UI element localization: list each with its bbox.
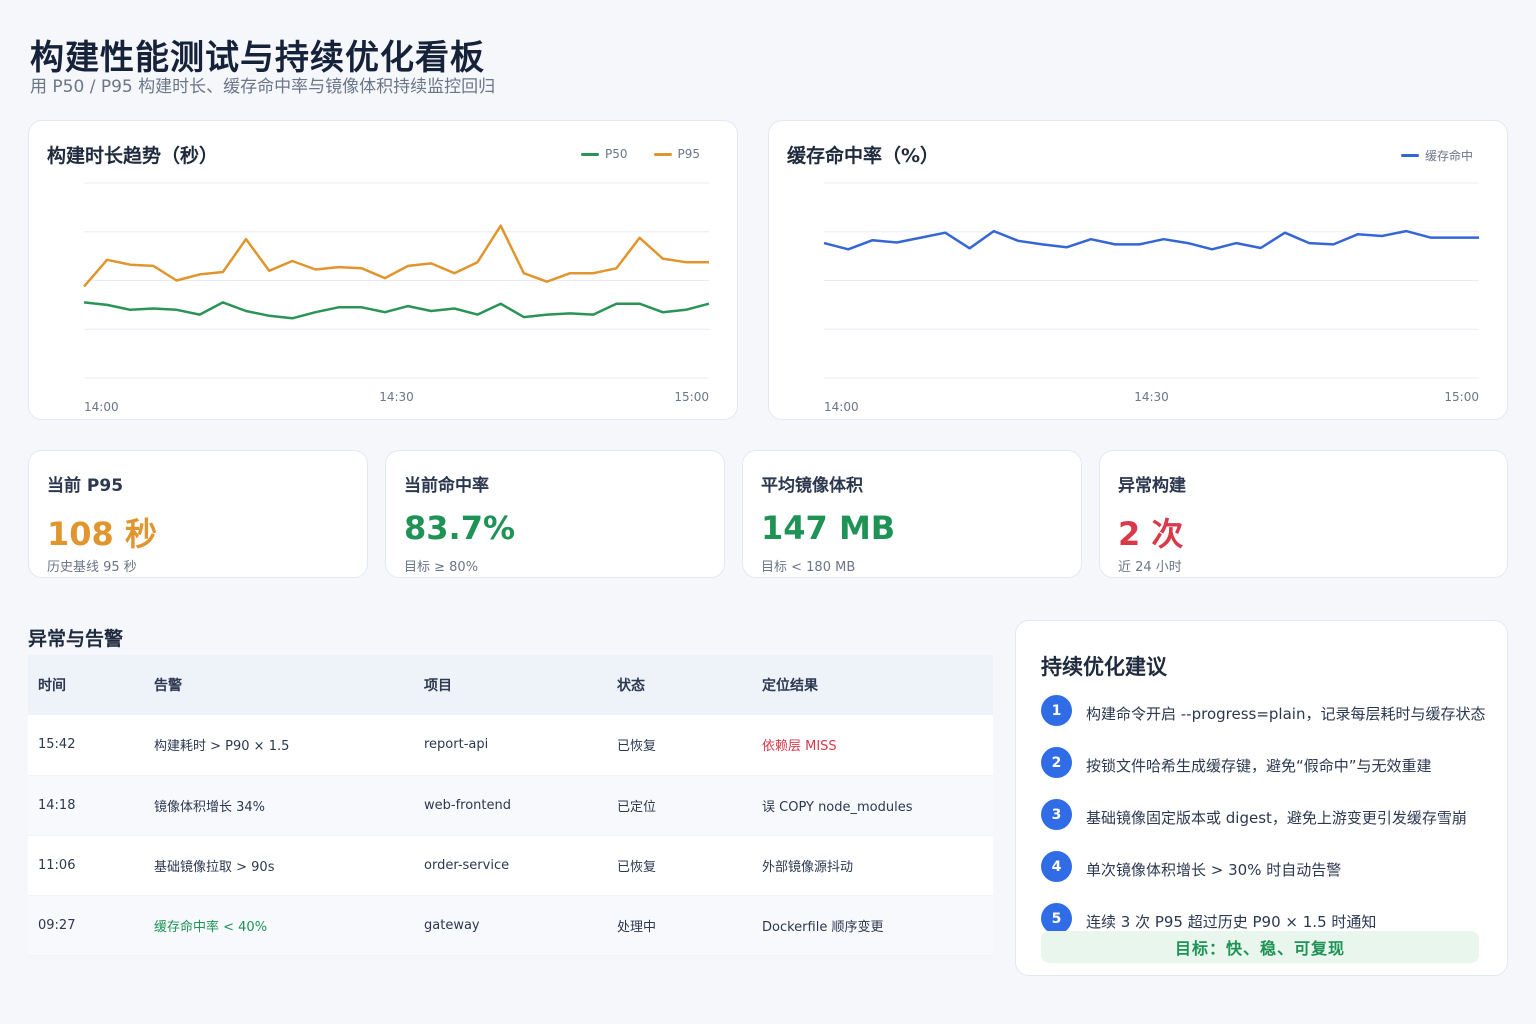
x-tick-label: 14:00 xyxy=(824,400,859,414)
column-header-status[interactable]: 状态 xyxy=(607,655,752,715)
cache-chart-card: 缓存命中率（%） 缓存命中 14:00 14:30 15:00 xyxy=(768,120,1508,420)
cell-status: 处理中 xyxy=(607,895,752,956)
suggestion-text: 单次镜像体积增长 > 30% 时自动告警 xyxy=(1086,861,1342,879)
kpi-card-image-size: 平均镜像体积 147 MB 目标 < 180 MB xyxy=(742,450,1082,578)
alerts-section-title: 异常与告警 xyxy=(28,628,124,650)
kpi-label: 平均镜像体积 xyxy=(761,476,863,496)
cell-time: 15:42 xyxy=(28,715,144,776)
kpi-card-hit-rate: 当前命中率 83.7% 目标 ≥ 80% xyxy=(385,450,725,578)
goal-banner: 目标：快、稳、可复现 xyxy=(1041,931,1479,963)
series-line-P95 xyxy=(83,224,709,288)
page-subtitle: 用 P50 / P95 构建时长、缓存命中率与镜像体积持续监控回归 xyxy=(30,77,496,97)
column-header-alert[interactable]: 告警 xyxy=(144,655,414,715)
cell-result: Dockerfile 顺序变更 xyxy=(752,895,993,956)
cell-project: report-api xyxy=(414,715,607,776)
kpi-note: 历史基线 95 秒 xyxy=(47,560,137,575)
table-row[interactable]: 15:42 构建耗时 > P90 × 1.5 report-api 已恢复 依赖… xyxy=(28,715,993,776)
cache-chart-plot: 14:00 14:30 15:00 xyxy=(823,182,1479,414)
series-line-缓存命中 xyxy=(823,229,1479,251)
cell-status: 已定位 xyxy=(607,775,752,836)
step-number-badge: 2 xyxy=(1041,747,1072,778)
cell-result: 误 COPY node_modules xyxy=(752,775,993,836)
kpi-note: 目标 < 180 MB xyxy=(761,560,856,575)
table-row[interactable]: 11:06 基础镜像拉取 > 90s order-service 已恢复 外部镜… xyxy=(28,835,993,896)
x-tick-label: 14:30 xyxy=(1134,390,1169,404)
kpi-value: 83.7% xyxy=(404,509,516,547)
cell-project: web-frontend xyxy=(414,775,607,836)
suggestions-title: 持续优化建议 xyxy=(1041,655,1167,679)
suggestion-text: 构建命令开启 --progress=plain，记录每层耗时与缓存状态 xyxy=(1086,705,1486,723)
step-number-badge: 3 xyxy=(1041,799,1072,830)
cell-alert: 构建耗时 > P90 × 1.5 xyxy=(144,715,414,776)
cell-time: 11:06 xyxy=(28,835,144,896)
cell-alert: 镜像体积增长 34% xyxy=(144,775,414,836)
table-row[interactable]: 09:27 缓存命中率 < 40% gateway 处理中 Dockerfile… xyxy=(28,895,993,956)
list-item: 3 基础镜像固定版本或 digest，避免上游变更引发缓存雪崩 xyxy=(1041,797,1486,849)
list-item: 2 按锁文件哈希生成缓存键，避免“假命中”与无效重建 xyxy=(1041,745,1486,797)
kpi-card-p95: 当前 P95 108 秒 历史基线 95 秒 xyxy=(28,450,368,578)
kpi-label: 当前 P95 xyxy=(47,476,124,496)
table-row[interactable]: 14:18 镜像体积增长 34% web-frontend 已定位 误 COPY… xyxy=(28,775,993,836)
cell-result: 依赖层 MISS xyxy=(752,715,993,776)
column-header-time[interactable]: 时间 xyxy=(28,655,144,715)
list-item: 4 单次镜像体积增长 > 30% 时自动告警 xyxy=(1041,849,1486,901)
suggestion-text: 按锁文件哈希生成缓存键，避免“假命中”与无效重建 xyxy=(1086,757,1432,775)
x-tick-label: 15:00 xyxy=(674,390,709,404)
cell-time: 09:27 xyxy=(28,895,144,956)
step-number-badge: 4 xyxy=(1041,851,1072,882)
cell-time: 14:18 xyxy=(28,775,144,836)
column-header-result[interactable]: 定位结果 xyxy=(752,655,993,715)
kpi-label: 异常构建 xyxy=(1118,476,1186,496)
list-item: 1 构建命令开启 --progress=plain，记录每层耗时与缓存状态 xyxy=(1041,693,1486,745)
alerts-table: 时间 告警 项目 状态 定位结果 15:42 构建耗时 > P90 × 1.5 … xyxy=(28,655,993,956)
duration-chart-card: 构建时长趋势（秒） P50 P95 14:00 14:30 15:00 xyxy=(28,120,738,420)
duration-chart-plot: 14:00 14:30 15:00 xyxy=(83,182,710,414)
suggestion-text: 基础镜像固定版本或 digest，避免上游变更引发缓存雪崩 xyxy=(1086,809,1467,827)
x-tick-label: 14:00 xyxy=(84,400,119,414)
kpi-note: 近 24 小时 xyxy=(1118,560,1182,575)
step-number-badge: 1 xyxy=(1041,695,1072,726)
table-header-row: 时间 告警 项目 状态 定位结果 xyxy=(28,655,993,715)
kpi-value: 2 次 xyxy=(1118,515,1184,553)
column-header-project[interactable]: 项目 xyxy=(414,655,607,715)
cell-project: order-service xyxy=(414,835,607,896)
series-line-P50 xyxy=(83,301,710,320)
kpi-label: 当前命中率 xyxy=(404,476,489,496)
cell-status: 已恢复 xyxy=(607,835,752,896)
suggestions-list: 1 构建命令开启 --progress=plain，记录每层耗时与缓存状态 2 … xyxy=(1041,693,1486,953)
kpi-note: 目标 ≥ 80% xyxy=(404,560,479,575)
kpi-card-anomalies: 异常构建 2 次 近 24 小时 xyxy=(1099,450,1508,578)
kpi-value: 108 秒 xyxy=(47,515,157,553)
x-tick-label: 15:00 xyxy=(1444,390,1479,404)
step-number-badge: 5 xyxy=(1041,903,1072,934)
cell-result: 外部镜像源抖动 xyxy=(752,835,993,896)
kpi-value: 147 MB xyxy=(761,509,896,547)
cell-project: gateway xyxy=(414,895,607,956)
cell-alert: 缓存命中率 < 40% xyxy=(144,895,414,956)
suggestions-card: 持续优化建议 1 构建命令开启 --progress=plain，记录每层耗时与… xyxy=(1015,620,1508,976)
cell-alert: 基础镜像拉取 > 90s xyxy=(144,835,414,896)
suggestion-text: 连续 3 次 P95 超过历史 P90 × 1.5 时通知 xyxy=(1086,913,1377,931)
x-tick-label: 14:30 xyxy=(379,390,414,404)
cell-status: 已恢复 xyxy=(607,715,752,776)
